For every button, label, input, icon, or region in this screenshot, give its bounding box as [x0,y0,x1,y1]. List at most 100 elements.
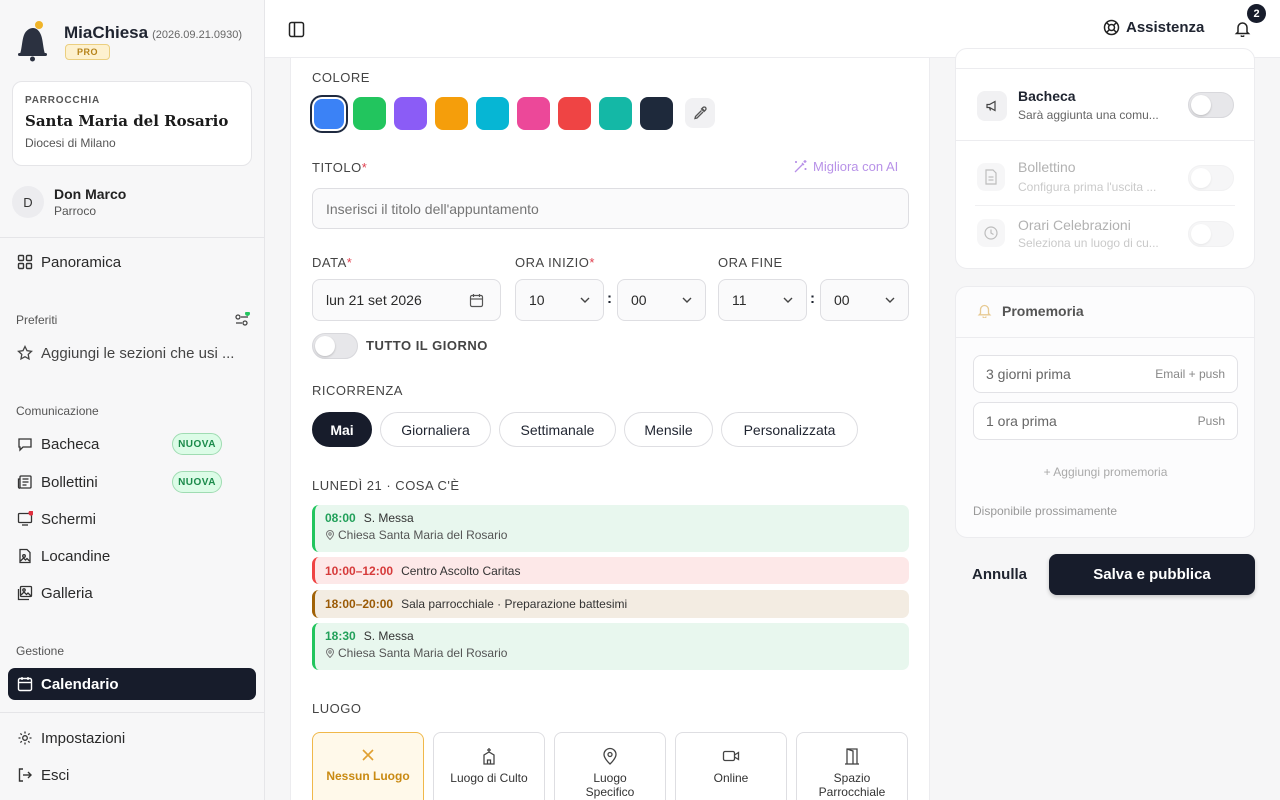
new-badge: NUOVA [172,471,222,493]
divider [0,712,264,713]
user-name: Don Marco [54,186,127,202]
reminder-item: 3 giorni prima Email + push [973,355,1238,393]
reminders-title: Promemoria [1002,303,1084,319]
divider [956,68,1254,69]
nav-item-impostazioni[interactable]: Impostazioni [8,722,256,754]
ai-improve-button[interactable]: Migliora con AI [793,159,898,174]
nav-label: Aggiungi le sezioni che usi ... [41,344,235,362]
user-role: Parroco [54,204,97,218]
nav-add-favorites[interactable]: Aggiungi le sezioni che usi ... [8,337,256,369]
end-time-label: ORA FINE [718,255,783,270]
monitor-icon [17,511,33,526]
start-time-label: ORA INIZIO* [515,255,595,270]
color-picker-button[interactable] [685,98,715,128]
nav-item-panoramica[interactable]: Panoramica [8,246,256,278]
end-minute-select[interactable]: 00 [820,279,909,321]
start-hour-select[interactable]: 10 [515,279,604,321]
color-swatch[interactable] [394,97,427,130]
color-swatch[interactable] [353,97,386,130]
color-label: COLORE [312,70,370,85]
agenda-event[interactable]: 10:00–12:00 Centro Ascolto Caritas [312,557,909,584]
reminder-item: 1 ora prima Push [973,402,1238,440]
color-swatch[interactable] [558,97,591,130]
date-label: DATA* [312,255,353,270]
recurrence-option-weekly[interactable]: Settimanale [499,412,616,447]
nav-label: Bollettini [41,473,98,491]
user-profile[interactable]: D Don Marco Parroco [12,186,126,218]
eyedropper-icon [694,106,707,120]
all-day-toggle[interactable] [312,333,358,359]
end-hour-select[interactable]: 11 [718,279,807,321]
nav-label: Locandine [41,547,111,565]
recurrence-option-daily[interactable]: Giornaliera [380,412,491,447]
place-option-worship[interactable]: Luogo di Culto [433,732,545,800]
bell-icon [1234,22,1251,37]
star-icon [17,345,33,361]
title-input[interactable] [312,188,909,229]
sidebar-toggle-icon[interactable] [288,21,305,38]
chevron-down-icon [783,297,793,303]
divider [956,337,1254,338]
save-publish-button[interactable]: Salva e pubblica [1049,554,1255,595]
parish-kicker: PARROCCHIA [25,95,101,106]
nav-item-locandine[interactable]: Locandine [8,540,256,572]
agenda-event[interactable]: 18:30 S. Messa Chiesa Santa Maria del Ros… [312,623,909,670]
start-minute-select[interactable]: 00 [617,279,706,321]
customize-favorites-icon[interactable] [234,312,250,328]
app-name: MiaChiesa [64,23,149,42]
plan-badge: PRO [65,44,111,60]
parish-diocese: Diocesi di Milano [25,136,116,150]
magic-wand-icon [794,160,807,173]
color-swatch[interactable] [435,97,468,130]
agenda-event[interactable]: 18:00–20:00 Sala parrocchiale · Preparazi… [312,590,909,618]
church-icon [483,748,495,765]
place-option-parish-space[interactable]: Spazio Parrocchiale [796,732,908,800]
color-swatch[interactable] [476,97,509,130]
nav-label: Galleria [41,584,93,602]
bollettino-toggle[interactable] [1188,165,1234,191]
color-swatch[interactable] [314,99,344,129]
recurrence-option-custom[interactable]: Personalizzata [721,412,858,447]
nav-item-esci[interactable]: Esci [8,759,256,791]
place-option-none[interactable]: Nessun Luogo [312,732,424,800]
agenda-event[interactable]: 08:00 S. Messa Chiesa Santa Maria del Ros… [312,505,909,552]
recurrence-option-monthly[interactable]: Mensile [624,412,713,447]
recurrence-option-never[interactable]: Mai [312,412,372,447]
bollettino-title: Bollettino [1018,159,1076,175]
parish-card[interactable]: PARROCCHIA Santa Maria del Rosario Dioce… [12,81,252,166]
calendar-icon [469,294,484,308]
clock-icon [977,219,1005,247]
app-version: (2026.09.21.0930) [152,29,243,41]
bell-logo-icon [18,21,47,62]
divider [975,205,1235,206]
cancel-button[interactable]: Annulla [972,566,1027,583]
add-reminder-button[interactable]: + Aggiungi promemoria [973,465,1238,479]
orari-toggle[interactable] [1188,221,1234,247]
lifebuoy-icon [1103,19,1120,36]
calendar-icon [17,677,33,692]
nav-item-calendario[interactable]: Calendario [8,668,256,700]
section-communication: Comunicazione [16,404,99,418]
section-management: Gestione [16,644,65,658]
chevron-down-icon [885,297,895,303]
divider [956,140,1254,141]
bacheca-toggle[interactable] [1188,92,1234,118]
color-swatch[interactable] [599,97,632,130]
date-field[interactable]: lun 21 set 2026 [312,279,501,321]
divider [0,237,264,238]
recurrence-label: RICORRENZA [312,383,403,398]
help-button[interactable]: Assistenza [1103,19,1204,36]
place-option-specific[interactable]: Luogo Specifico [554,732,666,800]
color-swatch[interactable] [517,97,550,130]
color-swatch[interactable] [640,97,673,130]
nav-item-galleria[interactable]: Galleria [8,577,256,609]
nav-item-schermi[interactable]: Schermi [8,503,256,535]
notifications-button[interactable] [1234,20,1251,37]
new-badge: NUOVA [172,433,222,455]
gear-icon [18,731,32,745]
sidebar: MiaChiesa (2026.09.21.0930) PRO PARROCCHI… [0,0,265,800]
time-separator: : [607,290,612,307]
help-label: Assistenza [1126,19,1205,36]
avatar: D [12,186,44,218]
place-option-online[interactable]: Online [675,732,787,800]
